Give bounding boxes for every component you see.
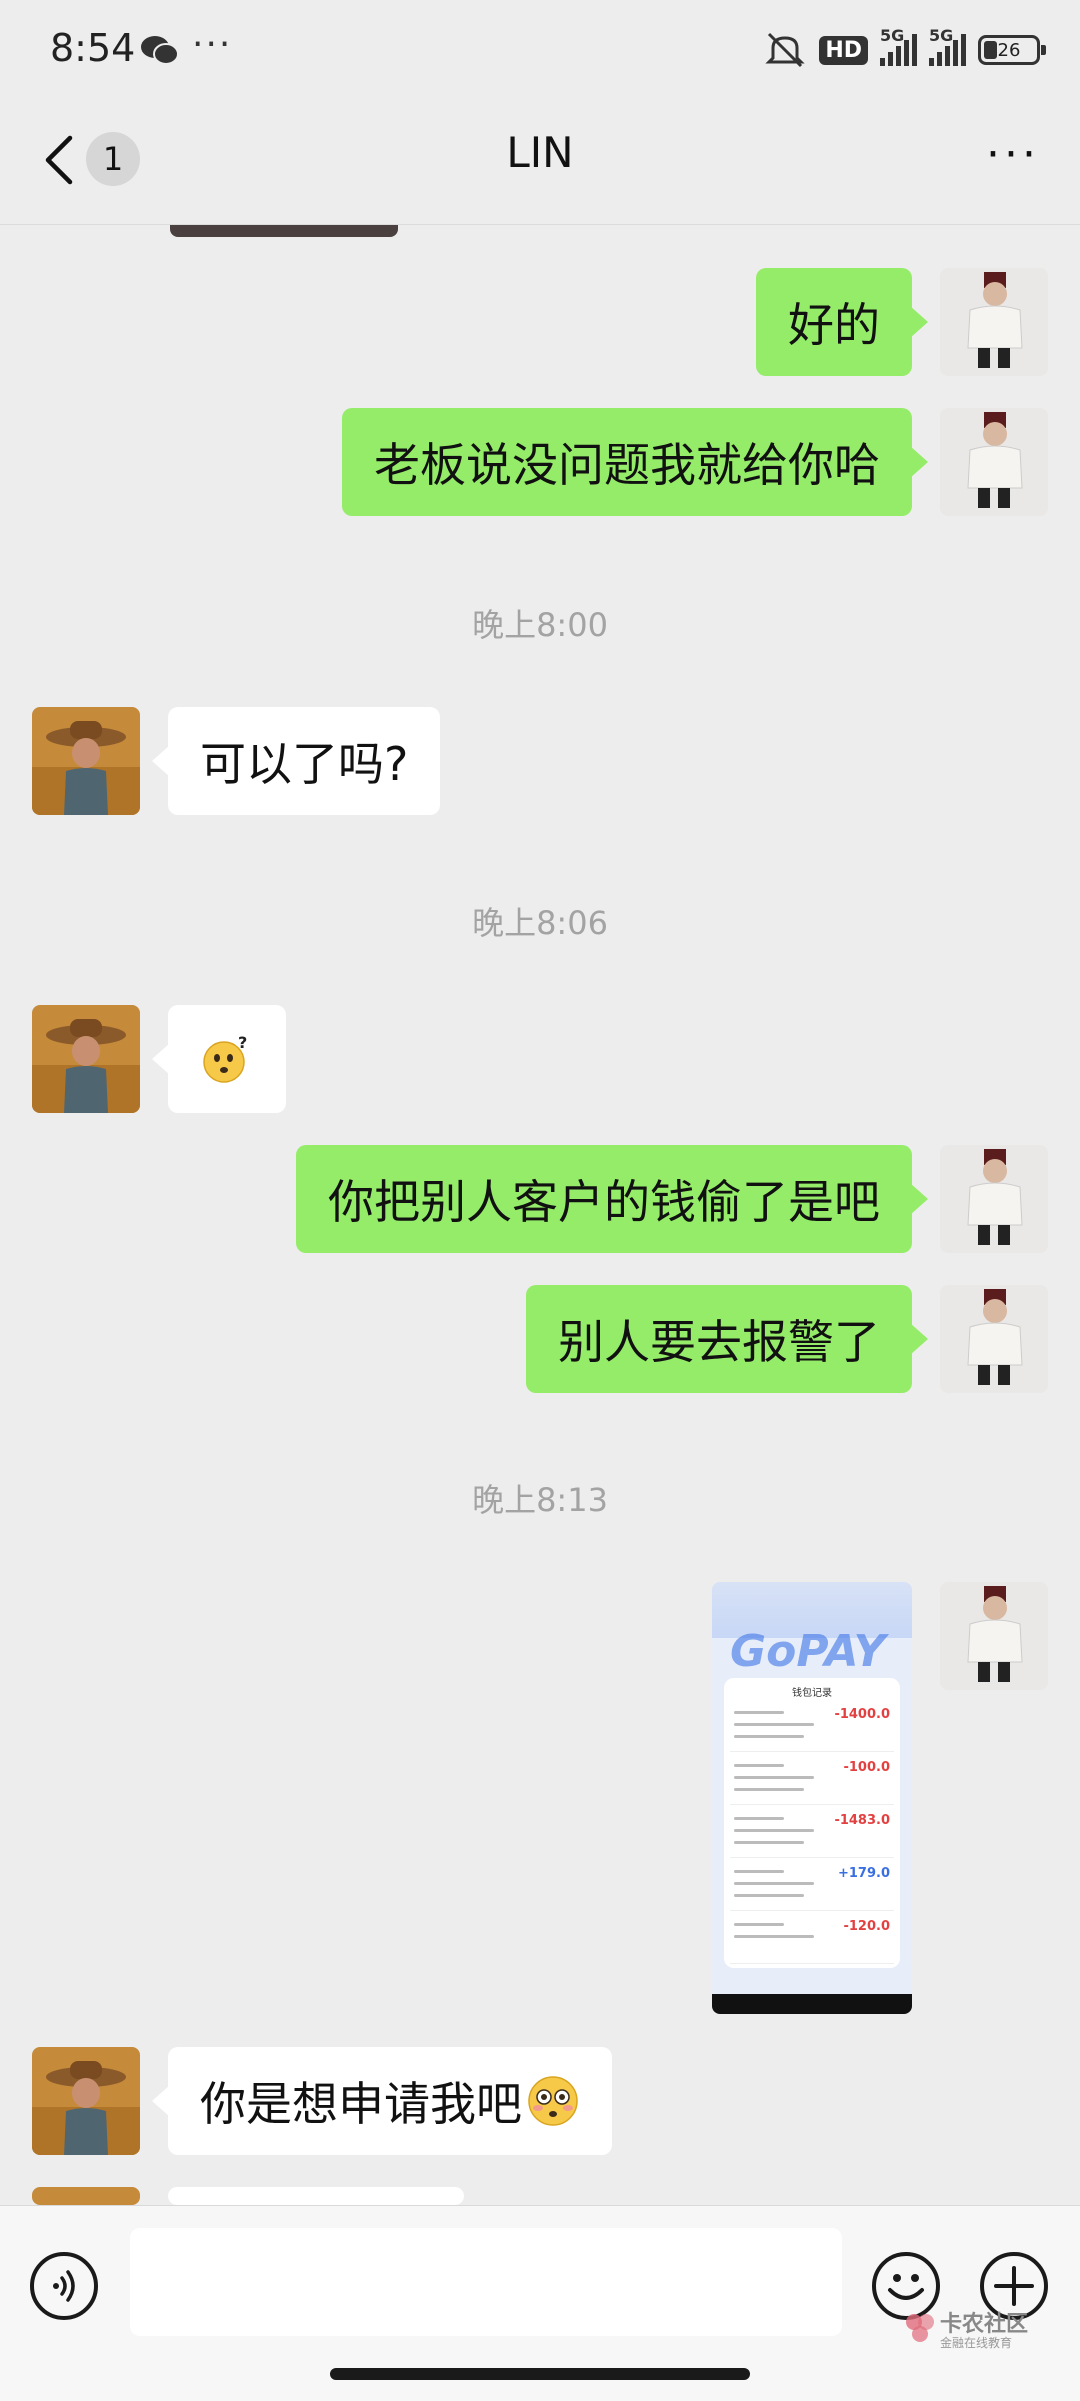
signal-icon-2: 5G [929,26,966,66]
voice-input-button[interactable] [30,2252,98,2320]
contact-avatar[interactable] [32,1005,140,1113]
chat-title: LIN [506,128,574,177]
watermark-subtitle: 金融在线教育 [940,2336,1013,2350]
my-message-bubble[interactable]: 你把别人客户的钱偷了是吧 [296,1145,928,1253]
contact-avatar-image [32,2187,140,2205]
contact-message-bubble[interactable]: ? [152,1005,286,1113]
contact-avatar[interactable] [32,2187,140,2205]
my-avatar-image [940,408,1048,516]
message-text: 你是想申请我吧 [200,2077,522,2131]
image-amount: -1400.0 [834,1707,890,1722]
watermark-logo-icon [906,2314,934,2342]
my-avatar[interactable] [940,1582,1048,1690]
contact-avatar-image [32,1005,140,1113]
status-indicators: HD 5G 5G 26 [763,26,1046,70]
battery-level: 26 [997,39,1021,61]
contact-message-bubble[interactable]: 可以了吗? [151,707,441,815]
image-entry: -1483.0 [730,1805,894,1858]
hd-badge: HD [819,35,868,65]
message-list[interactable]: 好的 老板说没问题我就给你哈 晚上8:00 可以了吗? 晚上8:06 ? 你把别… [0,225,1080,2205]
battery-fill [984,41,997,59]
more-options-icon[interactable]: ··· [986,133,1040,177]
my-avatar-image [940,1582,1048,1690]
image-amount: -100.0 [843,1760,890,1775]
confused-emoji-icon: ? [203,1033,247,1083]
my-avatar-image [940,268,1048,376]
message-text: 你把别人客户的钱偷了是吧 [328,1175,880,1229]
home-indicator[interactable] [330,2368,750,2380]
status-more-icon: ··· [192,24,233,65]
my-avatar[interactable] [940,408,1048,516]
my-avatar[interactable] [940,1285,1048,1393]
message-text: 老板说没问题我就给你哈 [374,438,880,492]
image-amount: -120.0 [843,1919,890,1934]
screenshot-image-message[interactable]: GoPAY 钱包记录 -1400.0 -100.0 -1483.0 +179.0… [712,1582,912,2014]
my-message-bubble[interactable]: 老板说没问题我就给你哈 [342,408,928,516]
wechat-notification-icon [141,36,179,65]
flushed-emoji-icon [528,2076,578,2126]
message-text: 好的 [788,298,880,352]
message-input[interactable] [130,2228,842,2336]
message-text: 可以了吗? [200,737,409,791]
status-time: 8:54 [50,26,136,70]
contact-avatar-image [32,707,140,815]
timestamp: 晚上8:13 [472,1481,608,1519]
image-brand-text: GoPAY [730,1626,886,1677]
svg-text:?: ? [238,1033,247,1052]
my-message-bubble[interactable]: 别人要去报警了 [526,1285,928,1393]
voice-icon [53,2270,75,2302]
previous-image-message[interactable] [170,225,398,237]
my-avatar[interactable] [940,1145,1048,1253]
message-text: 别人要去报警了 [558,1315,880,1369]
image-amount: -1483.0 [834,1813,890,1828]
signal-1-label: 5G [880,26,905,45]
timestamp: 晚上8:06 [472,904,608,942]
image-entry: -120.0 [730,1911,894,1964]
image-amount: +179.0 [837,1866,890,1881]
contact-avatar-image [32,2047,140,2155]
my-message-bubble[interactable]: 好的 [756,268,928,376]
my-avatar[interactable] [940,268,1048,376]
signal-icon-1: 5G [880,26,917,66]
contact-message-bubble[interactable] [168,2187,464,2205]
signal-2-label: 5G [929,26,954,45]
my-avatar-image [940,1145,1048,1253]
mute-icon [765,32,805,68]
contact-avatar[interactable] [32,2047,140,2155]
image-entry: -100.0 [730,1752,894,1805]
status-bar: 8:54 ··· HD 5G 5G 26 [0,0,1080,100]
image-card-title: 钱包记录 [792,1688,832,1699]
timestamp: 晚上8:00 [472,606,608,644]
contact-avatar[interactable] [32,707,140,815]
image-entry: +179.0 [730,1858,894,1911]
image-wallet-card: 钱包记录 -1400.0 -100.0 -1483.0 +179.0 -120.… [724,1678,900,1968]
image-entry: -1400.0 [730,1699,894,1752]
watermark: 卡农社区 金融在线教育 [904,2306,1044,2354]
image-nav-bar [712,1994,912,2014]
my-avatar-image [940,1285,1048,1393]
contact-message-bubble[interactable]: 你是想申请我吧 [152,2047,612,2155]
chat-header: 1 LIN ··· [0,100,1080,220]
battery-icon: 26 [978,35,1046,65]
